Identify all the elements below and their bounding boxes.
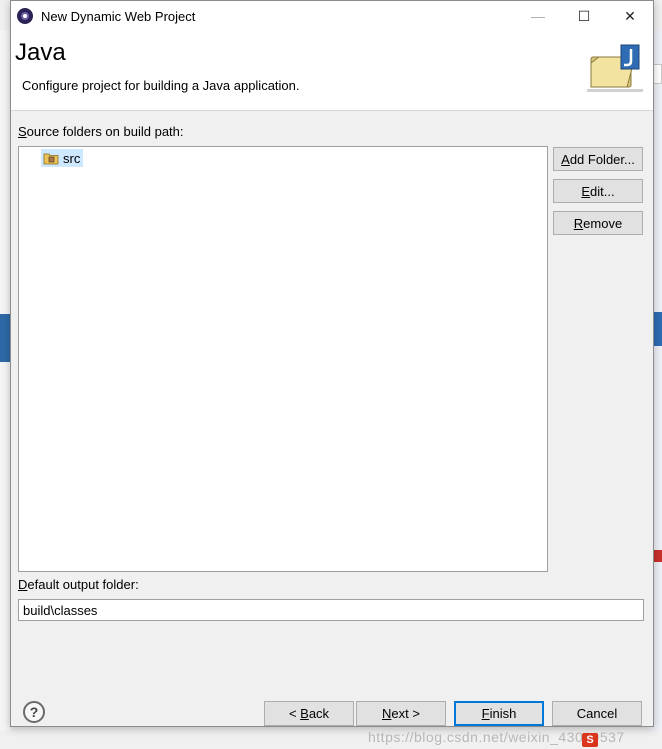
minimize-button[interactable]: — — [515, 1, 561, 31]
tree-item-src[interactable]: src — [41, 149, 84, 167]
source-folders-tree[interactable]: src — [18, 146, 548, 572]
edit-button[interactable]: Edit... — [553, 179, 643, 203]
tree-item-label: src — [63, 150, 81, 166]
finish-button[interactable]: Finish — [454, 701, 544, 726]
close-button[interactable]: ✕ — [607, 1, 653, 31]
java-folder-wizard-icon — [587, 44, 643, 92]
maximize-button[interactable]: ☐ — [561, 1, 607, 31]
remove-button[interactable]: Remove — [553, 211, 643, 235]
help-icon[interactable]: ? — [23, 701, 45, 723]
cancel-button[interactable]: Cancel — [552, 701, 642, 726]
next-button[interactable]: Next > — [356, 701, 446, 726]
back-button[interactable]: < Back — [264, 701, 354, 726]
window-controls: — ☐ ✕ — [515, 1, 653, 31]
package-folder-icon — [43, 153, 59, 165]
add-folder-button[interactable]: Add Folder... — [553, 147, 643, 171]
title-bar: New Dynamic Web Project — ☐ ✕ — [11, 1, 653, 31]
page-description: Configure project for building a Java ap… — [22, 78, 300, 93]
wizard-banner: Java Configure project for building a Ja… — [11, 31, 653, 111]
window-title: New Dynamic Web Project — [41, 8, 196, 24]
source-folders-label: Source folders on build path: — [18, 124, 184, 139]
new-dynamic-web-project-dialog: New Dynamic Web Project — ☐ ✕ Java Confi… — [10, 0, 654, 727]
eclipse-icon — [17, 8, 33, 24]
default-output-folder-field[interactable]: build\classes — [18, 599, 644, 621]
screen: New Dynamic Web Project — ☐ ✕ Java Confi… — [0, 0, 662, 749]
default-output-folder-label: Default output folder: — [18, 577, 139, 592]
background-selection — [0, 314, 10, 362]
background-editor-strip — [0, 30, 10, 730]
watermark-logo-icon: S — [582, 733, 598, 747]
page-title: Java — [15, 39, 66, 66]
